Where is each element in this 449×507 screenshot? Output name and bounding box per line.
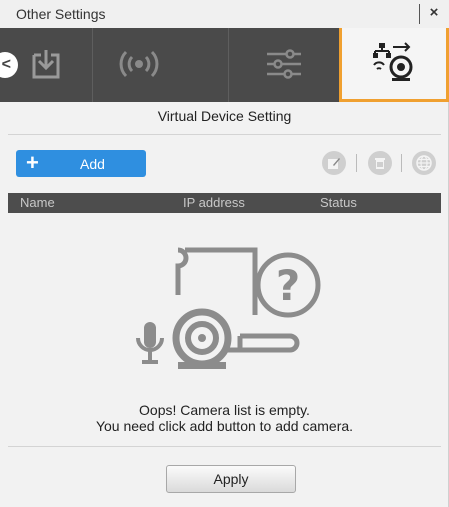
empty-message-hint: You need click add button to add camera. xyxy=(95,418,354,434)
add-button-label: Add xyxy=(80,156,105,172)
title-bar: Other Settings × xyxy=(0,0,449,28)
toolbar-divider xyxy=(401,154,402,172)
close-button[interactable]: × xyxy=(426,3,442,23)
toolbar-divider xyxy=(356,154,357,172)
delete-icon[interactable] xyxy=(368,151,392,175)
window-title: Other Settings xyxy=(16,6,106,22)
broadcast-icon xyxy=(119,49,159,82)
settings-window: Other Settings × < Virtual Device Settin… xyxy=(0,0,449,507)
add-button[interactable]: + Add xyxy=(16,150,146,177)
globe-icon[interactable] xyxy=(412,151,436,175)
network-camera-icon xyxy=(371,41,417,86)
edit-icon[interactable] xyxy=(322,151,346,175)
column-header-status[interactable]: Status xyxy=(320,195,357,210)
tab-broadcast[interactable] xyxy=(93,28,185,102)
tab-download[interactable] xyxy=(0,28,92,102)
svg-text:?: ? xyxy=(276,261,300,310)
empty-camera-illustration-icon: ? xyxy=(130,240,330,390)
apply-button[interactable]: Apply xyxy=(166,465,296,493)
divider xyxy=(8,446,441,447)
column-header-name[interactable]: Name xyxy=(20,195,55,210)
section-title: Virtual Device Setting xyxy=(157,108,292,124)
tab-sliders[interactable] xyxy=(229,28,339,102)
tab-bar: < xyxy=(0,28,449,102)
sliders-icon xyxy=(264,48,304,83)
download-icon xyxy=(29,47,63,84)
tab-virtual-device[interactable] xyxy=(339,28,449,102)
table-header: Name IP address Status xyxy=(8,193,441,213)
plus-icon: + xyxy=(26,150,39,175)
column-header-ip[interactable]: IP address xyxy=(183,195,245,210)
empty-message-title: Oops! Camera list is empty. xyxy=(139,402,310,418)
title-divider xyxy=(419,4,420,24)
divider xyxy=(8,134,441,135)
